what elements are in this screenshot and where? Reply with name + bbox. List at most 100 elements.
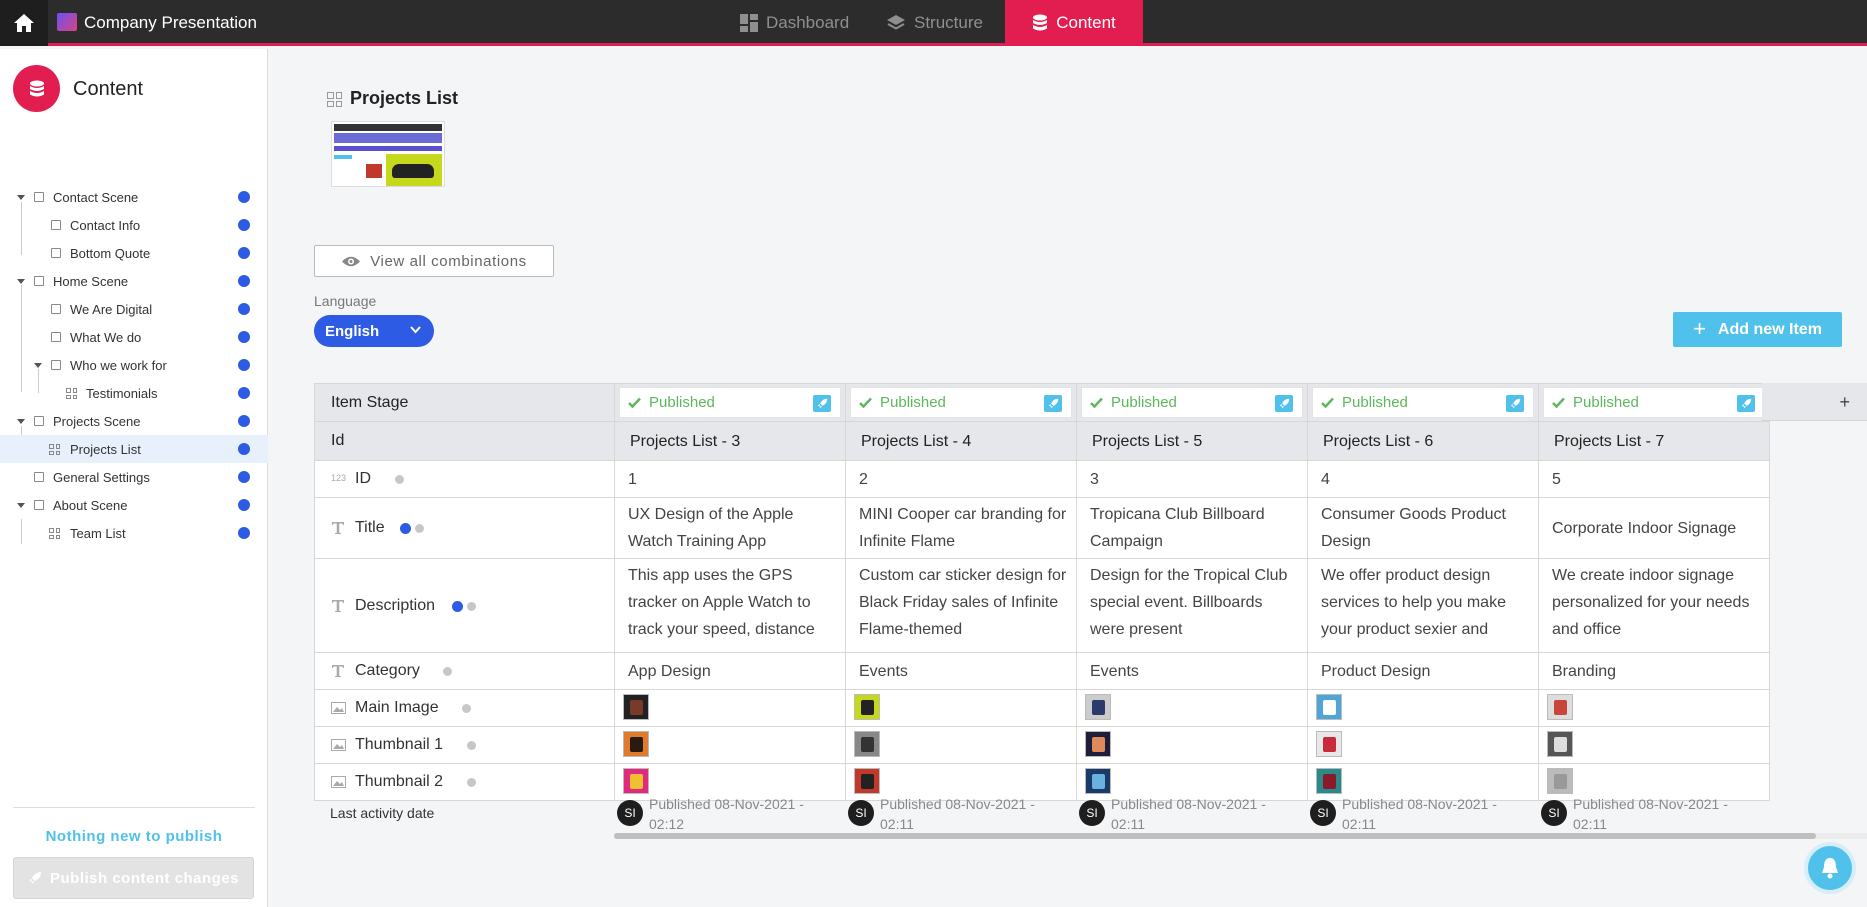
cell-stage[interactable]: Published	[846, 383, 1077, 422]
cell-id[interactable]: 1	[615, 461, 846, 498]
cell-id[interactable]: 2	[846, 461, 1077, 498]
rocket-icon[interactable]	[1275, 395, 1293, 412]
sidebar-item-about-scene[interactable]: About Scene	[0, 491, 268, 519]
publish-content-button[interactable]: Publish content changes	[13, 857, 254, 899]
cell-title[interactable]: UX Design of the Apple Watch Training Ap…	[615, 498, 846, 559]
cell-thumb1[interactable]	[1308, 727, 1539, 764]
cell-title[interactable]: MINI Cooper car branding for Infinite Fl…	[846, 498, 1077, 559]
cell-title[interactable]: Corporate Indoor Signage	[1539, 498, 1770, 559]
sidebar-item-contact-scene[interactable]: Contact Scene	[0, 183, 268, 211]
sidebar-item-projects-scene[interactable]: Projects Scene	[0, 407, 268, 435]
image-thumbnail[interactable]	[854, 694, 880, 720]
stage-badge[interactable]: Published	[1543, 387, 1765, 418]
cell-description[interactable]: Custom car sticker design for Black Frid…	[846, 559, 1077, 653]
caret-down-icon[interactable]	[17, 279, 25, 284]
image-thumbnail[interactable]	[623, 731, 649, 757]
cell-id-header[interactable]: Projects List - 6	[1308, 422, 1539, 461]
caret-down-icon[interactable]	[17, 503, 25, 508]
image-thumbnail[interactable]	[854, 731, 880, 757]
image-thumbnail[interactable]	[1085, 731, 1111, 757]
tab-content[interactable]: Content	[1005, 0, 1143, 46]
cell-category[interactable]: Branding	[1539, 653, 1770, 690]
sidebar-item-bottom-quote[interactable]: Bottom Quote	[0, 239, 268, 267]
cell-id-header[interactable]: Projects List - 3	[615, 422, 846, 461]
cell-thumb1[interactable]	[615, 727, 846, 764]
cell-id[interactable]: 5	[1539, 461, 1770, 498]
home-button[interactable]	[0, 0, 48, 46]
scene-icon	[51, 332, 61, 342]
stage-badge[interactable]: Published	[1081, 387, 1303, 418]
rocket-icon[interactable]	[1506, 395, 1524, 412]
cell-main-image[interactable]	[1308, 690, 1539, 727]
cell-text: 1	[628, 471, 637, 488]
stage-badge[interactable]: Published	[619, 387, 841, 418]
cell-id-header[interactable]: Projects List - 4	[846, 422, 1077, 461]
cell-thumb1[interactable]	[846, 727, 1077, 764]
rocket-icon[interactable]	[813, 395, 831, 412]
cell-description[interactable]: This app uses the GPS tracker on Apple W…	[615, 559, 846, 653]
cell-main-image[interactable]	[1077, 690, 1308, 727]
cell-title[interactable]: Consumer Goods Product Design	[1308, 498, 1539, 559]
cell-stage[interactable]: Published	[1308, 383, 1539, 422]
sidebar-item-what-we-do[interactable]: What We do	[0, 323, 268, 351]
image-thumbnail[interactable]	[623, 694, 649, 720]
add-new-item-button[interactable]: + Add new Item	[1673, 312, 1842, 347]
cell-id-header[interactable]: Projects List - 7	[1539, 422, 1770, 461]
cell-description[interactable]: We offer product design services to help…	[1308, 559, 1539, 653]
cell-category[interactable]: Events	[846, 653, 1077, 690]
image-thumbnail[interactable]	[1085, 768, 1111, 794]
sidebar-item-team-list[interactable]: Team List	[0, 519, 268, 547]
publish-content-label: Publish content changes	[49, 869, 240, 887]
cell-thumb1[interactable]	[1539, 727, 1770, 764]
cell-main-image[interactable]	[846, 690, 1077, 727]
notifications-button[interactable]	[1804, 842, 1856, 894]
rocket-icon[interactable]	[1737, 395, 1755, 412]
caret-down-icon[interactable]	[17, 195, 25, 200]
image-thumbnail[interactable]	[1316, 694, 1342, 720]
sidebar-item-contact-info[interactable]: Contact Info	[0, 211, 268, 239]
sidebar-item-projects-list[interactable]: Projects List	[0, 435, 268, 463]
caret-down-icon[interactable]	[17, 419, 25, 424]
cell-main-image[interactable]	[1539, 690, 1770, 727]
cell-thumb1[interactable]	[1077, 727, 1308, 764]
stage-badge[interactable]: Published	[850, 387, 1072, 418]
rocket-icon[interactable]	[1044, 395, 1062, 412]
sidebar-item-general-settings[interactable]: General Settings	[0, 463, 268, 491]
cell-id[interactable]: 3	[1077, 461, 1308, 498]
cell-stage[interactable]: Published	[1077, 383, 1308, 422]
cell-category[interactable]: Events	[1077, 653, 1308, 690]
image-thumbnail[interactable]	[854, 768, 880, 794]
cell-id[interactable]: 4	[1308, 461, 1539, 498]
sidebar-item-home-scene[interactable]: Home Scene	[0, 267, 268, 295]
image-thumbnail[interactable]	[1547, 731, 1573, 757]
cell-title[interactable]: Tropicana Club Billboard Campaign	[1077, 498, 1308, 559]
cell-category[interactable]: App Design	[615, 653, 846, 690]
view-all-combinations-button[interactable]: View all combinations	[314, 245, 554, 277]
image-thumbnail[interactable]	[1547, 694, 1573, 720]
image-thumbnail[interactable]	[1085, 694, 1111, 720]
cell-stage[interactable]: Published	[1539, 383, 1770, 422]
add-column-button[interactable]: +	[1762, 383, 1867, 421]
horizontal-scrollbar-thumb[interactable]	[614, 833, 1816, 839]
image-thumbnail[interactable]	[1316, 731, 1342, 757]
cell-id-header[interactable]: Projects List - 5	[1077, 422, 1308, 461]
last-activity-text: Published 08-Nov-2021 - 02:11	[1111, 796, 1266, 832]
sidebar-item-testimonials[interactable]: Testimonials	[0, 379, 268, 407]
cell-category[interactable]: Product Design	[1308, 653, 1539, 690]
cell-description[interactable]: We create indoor signage personalized fo…	[1539, 559, 1770, 653]
tab-dashboard[interactable]: Dashboard	[740, 0, 849, 46]
tab-structure[interactable]: Structure	[886, 0, 983, 46]
caret-down-icon[interactable]	[34, 363, 42, 368]
image-thumbnail[interactable]	[623, 768, 649, 794]
stage-badge[interactable]: Published	[1312, 387, 1534, 418]
model-preview-thumbnail[interactable]	[331, 121, 445, 187]
sidebar-item-we-are-digital[interactable]: We Are Digital	[0, 295, 268, 323]
cell-description[interactable]: Design for the Tropical Club special eve…	[1077, 559, 1308, 653]
image-thumbnail[interactable]	[1316, 768, 1342, 794]
cell-main-image[interactable]	[615, 690, 846, 727]
project-title[interactable]: Company Presentation	[84, 13, 257, 33]
language-select[interactable]: English	[314, 315, 434, 347]
cell-stage[interactable]: Published	[615, 383, 846, 422]
sidebar-item-who-we-work-for[interactable]: Who we work for	[0, 351, 268, 379]
image-thumbnail[interactable]	[1547, 768, 1573, 794]
